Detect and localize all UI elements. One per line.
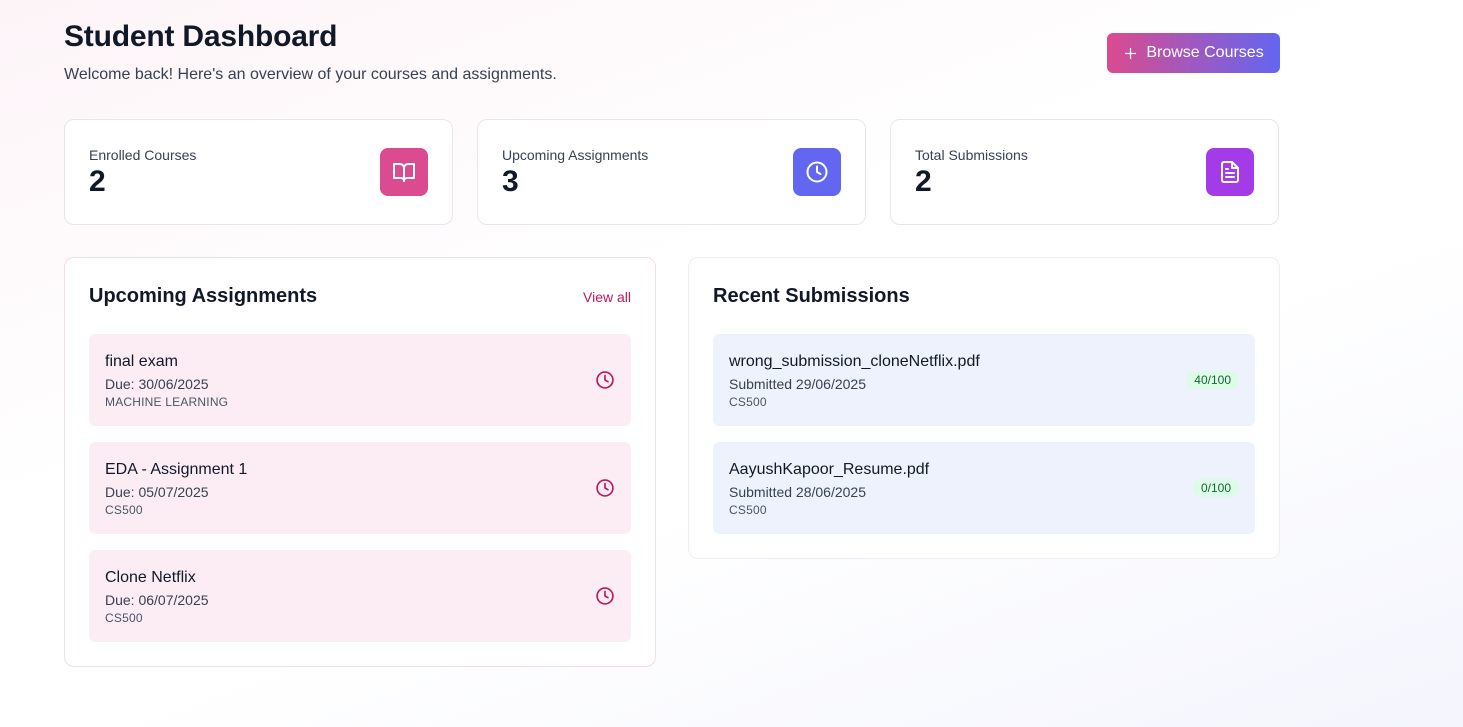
upcoming-assignments-panel: Upcoming Assignments View all final exam…: [64, 257, 656, 667]
recent-submissions-panel: Recent Submissions wrong_submission_clon…: [688, 257, 1280, 559]
stat-value: 3: [502, 165, 519, 198]
assignment-due-date: Due: 30/06/2025: [105, 376, 209, 392]
assignment-course: CS500: [105, 503, 143, 517]
dashboard: Student Dashboard Welcome back! Here's a…: [64, 0, 1280, 667]
assignment-due-date: Due: 06/07/2025: [105, 592, 209, 608]
panel-title: Upcoming Assignments: [89, 285, 318, 307]
submission-item[interactable]: wrong_submission_cloneNetflix.pdf Submit…: [713, 334, 1255, 426]
panel-title: Recent Submissions: [713, 285, 910, 307]
book-open-icon: [393, 163, 415, 182]
page-title: Student Dashboard: [64, 20, 338, 53]
assignment-course: MACHINE LEARNING: [105, 395, 229, 409]
assignment-due-date: Due: 05/07/2025: [105, 484, 209, 500]
stat-label: Total Submissions: [915, 147, 1028, 163]
assignment-title: Clone Netflix: [105, 569, 196, 586]
assignment-item[interactable]: Clone Netflix Due: 06/07/2025 CS500: [89, 550, 631, 642]
submission-course: CS500: [729, 503, 767, 517]
clock-icon: [596, 371, 614, 389]
stat-label: Enrolled Courses: [89, 147, 197, 163]
page-subtitle: Welcome back! Here's an overview of your…: [64, 66, 557, 83]
score-badge: 0/100: [1192, 479, 1239, 497]
assignment-title: EDA - Assignment 1: [105, 461, 248, 478]
view-all-link[interactable]: View all: [583, 289, 631, 305]
assignment-title: final exam: [105, 353, 178, 370]
stat-value: 2: [915, 165, 932, 198]
submission-item[interactable]: AayushKapoor_Resume.pdf Submitted 28/06/…: [713, 442, 1255, 534]
stat-icon-box: [380, 148, 428, 196]
clock-icon: [596, 587, 614, 605]
stat-card-upcoming-assignments: Upcoming Assignments 3: [477, 119, 866, 225]
assignment-item[interactable]: EDA - Assignment 1 Due: 05/07/2025 CS500: [89, 442, 631, 534]
score-badge: 40/100: [1186, 371, 1239, 389]
stat-card-total-submissions: Total Submissions 2: [890, 119, 1279, 225]
assignment-course: CS500: [105, 611, 143, 625]
plus-icon: [1125, 47, 1137, 59]
page-header: Student Dashboard Welcome back! Here's a…: [64, 0, 1280, 119]
assignment-item[interactable]: final exam Due: 30/06/2025 MACHINE LEARN…: [89, 334, 631, 426]
stats-row: Enrolled Courses 2 Upcoming Assignments …: [64, 119, 1279, 225]
stat-icon-box: [1206, 148, 1254, 196]
stat-value: 2: [89, 165, 106, 198]
stat-card-enrolled-courses: Enrolled Courses 2: [64, 119, 453, 225]
browse-courses-label: Browse Courses: [1146, 44, 1264, 61]
submission-course: CS500: [729, 395, 767, 409]
stat-icon-box: [793, 148, 841, 196]
submission-date: Submitted 29/06/2025: [729, 376, 866, 392]
submission-filename: wrong_submission_cloneNetflix.pdf: [729, 353, 980, 370]
file-text-icon: [1221, 161, 1239, 183]
stat-label: Upcoming Assignments: [502, 147, 649, 163]
clock-icon: [596, 479, 614, 497]
browse-courses-button[interactable]: Browse Courses: [1107, 33, 1280, 73]
clock-icon: [806, 161, 828, 183]
submission-date: Submitted 28/06/2025: [729, 484, 866, 500]
submission-filename: AayushKapoor_Resume.pdf: [729, 461, 930, 478]
